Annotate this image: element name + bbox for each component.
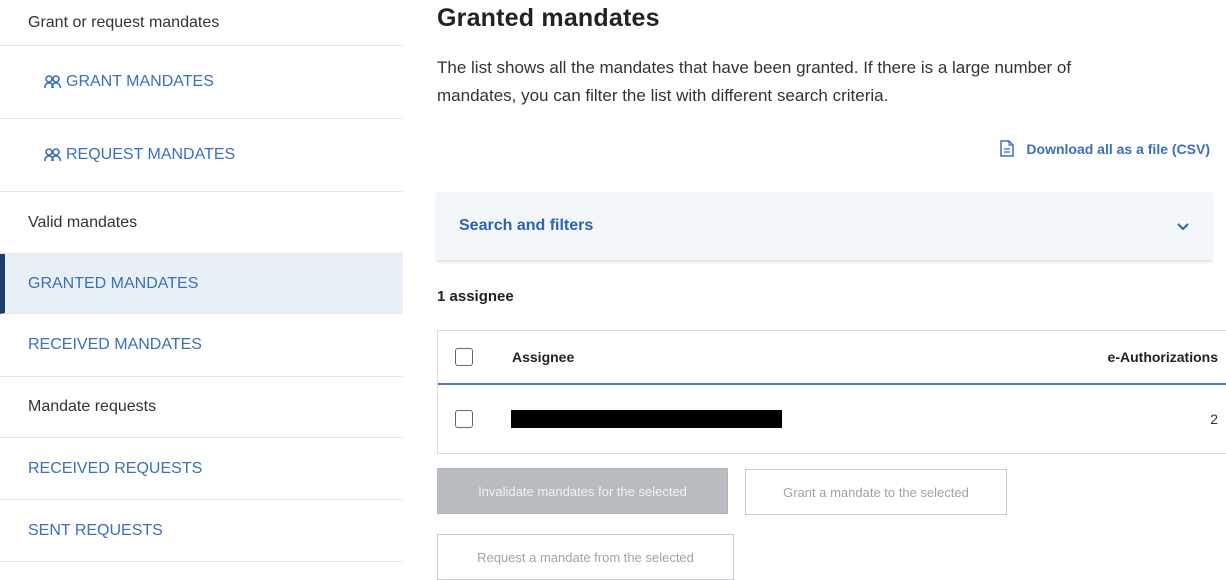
sidebar-item-sent-requests[interactable]: SENT REQUESTS [0, 500, 403, 562]
people-icon [44, 75, 62, 89]
request-mandates-link[interactable]: REQUEST MANDATES [0, 119, 403, 192]
main-content: Granted mandates The list shows all the … [437, 0, 1226, 580]
sidebar-heading-label: Valid mandates [28, 213, 138, 231]
sidebar-item-label: SENT REQUESTS [28, 521, 163, 539]
sidebar: Grant or request mandates GRANT MANDATES… [0, 0, 403, 576]
result-count: 1 assignee [437, 288, 514, 305]
people-icon [44, 148, 62, 162]
sidebar-item-received-mandates[interactable]: RECEIVED MANDATES [0, 314, 403, 377]
column-header-e-authorizations[interactable]: e-Authorizations [1108, 349, 1218, 365]
request-mandate-button[interactable]: Request a mandate from the selected [437, 534, 734, 580]
grant-mandates-label: GRANT MANDATES [66, 73, 214, 90]
grant-mandate-button[interactable]: Grant a mandate to the selected [745, 469, 1007, 515]
sidebar-heading-label: Grant or request mandates [28, 13, 220, 31]
document-icon [1000, 140, 1015, 157]
assignee-table: Assignee e-Authorizations 2 [437, 330, 1226, 454]
sidebar-item-label: RECEIVED MANDATES [28, 336, 202, 353]
sidebar-heading-grant-or-request: Grant or request mandates [0, 0, 403, 46]
sidebar-item-received-requests[interactable]: RECEIVED REQUESTS [0, 438, 403, 500]
column-header-assignee[interactable]: Assignee [512, 349, 574, 365]
table-row: 2 [438, 385, 1226, 453]
grant-mandate-label: Grant a mandate to the selected [783, 484, 969, 500]
sidebar-heading-label: Mandate requests [28, 398, 157, 415]
sidebar-heading-mandate-requests: Mandate requests [0, 377, 403, 438]
request-mandates-label: REQUEST MANDATES [66, 146, 236, 163]
search-and-filters-label: Search and filters [459, 217, 594, 234]
row-checkbox[interactable] [455, 410, 473, 428]
table-header: Assignee e-Authorizations [438, 331, 1226, 385]
page-description: The list shows all the mandates that hav… [437, 58, 1072, 105]
invalidate-mandates-button[interactable]: Invalidate mandates for the selected [437, 468, 728, 514]
search-and-filters-toggle[interactable]: Search and filters [437, 192, 1212, 260]
redacted-assignee-name [511, 410, 782, 428]
select-all-checkbox[interactable] [455, 348, 473, 366]
invalidate-mandates-label: Invalidate mandates for the selected [478, 483, 687, 499]
download-csv-label: Download all as a file (CSV) [1026, 140, 1210, 157]
download-csv-link[interactable]: Download all as a file (CSV) [1000, 140, 1210, 157]
sidebar-heading-valid-mandates: Valid mandates [0, 192, 403, 254]
page-title: Granted mandates [437, 4, 660, 32]
sidebar-item-label: RECEIVED REQUESTS [28, 459, 203, 477]
request-mandate-label: Request a mandate from the selected [477, 549, 694, 565]
chevron-down-icon [1176, 221, 1190, 231]
sidebar-item-granted-mandates[interactable]: GRANTED MANDATES [0, 254, 403, 314]
sidebar-item-label: GRANTED MANDATES [28, 274, 199, 292]
e-authorizations-count: 2 [1210, 411, 1218, 427]
grant-mandates-link[interactable]: GRANT MANDATES [0, 46, 403, 119]
